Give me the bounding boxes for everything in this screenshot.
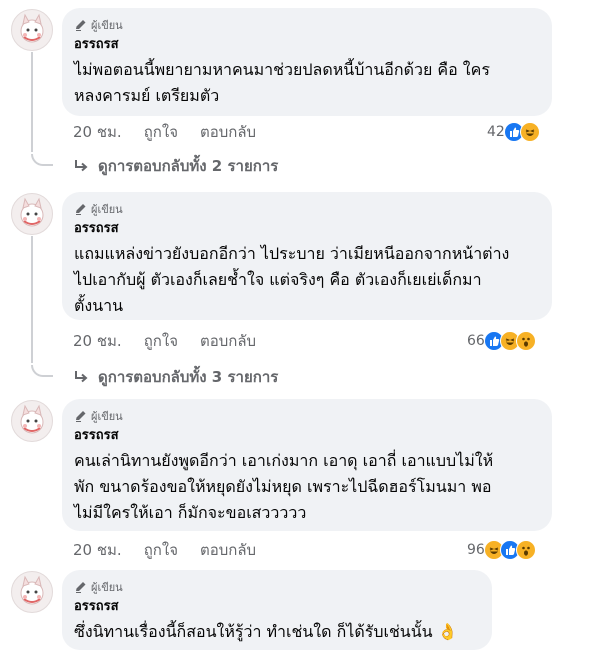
reaction-count: 66 [467, 333, 485, 349]
wow-icon [515, 331, 536, 351]
view-replies-label: ดูการตอบกลับทั้ง 2 รายการ [98, 157, 279, 175]
thread-line [31, 52, 33, 152]
pen-icon [76, 411, 86, 422]
view-replies-link[interactable]: ดูการตอบกลับทั้ง 2 รายการ [72, 155, 278, 177]
avatar[interactable] [11, 571, 53, 613]
author-badge: ผู้เขียน [74, 201, 540, 217]
reply-button[interactable]: ตอบกลับ [200, 120, 256, 144]
thread-connector [31, 154, 53, 166]
reaction-summary[interactable]: 66 [467, 330, 536, 352]
comment-text: ซึ่งนิทานเรื่องนี้ก็สอนให้รู้ว่า ทำเช่นใ… [74, 622, 458, 641]
like-button[interactable]: ถูกใจ [144, 329, 178, 353]
author-badge-label: ผู้เขียน [91, 581, 123, 594]
thread-line [31, 236, 33, 363]
author-badge: ผู้เขียน [74, 579, 480, 595]
avatar[interactable] [11, 193, 53, 235]
like-button[interactable]: ถูกใจ [144, 538, 178, 562]
haha-icon [519, 122, 540, 142]
comment-bubble: ผู้เขียน อรรถรส ซึ่งนิทานเรื่องนี้ก็สอนใ… [62, 570, 492, 650]
comment-text: ไม่พอตอนนี้พยายามหาคนมาช่วยปลดหนี้บ้านอี… [74, 60, 490, 105]
author-badge-label: ผู้เขียน [91, 410, 123, 423]
wow-icon [515, 540, 536, 560]
reaction-count: 96 [467, 542, 485, 558]
comment-text: คนเล่านิทานยังพูดอีกว่า เอาเก่งมาก เอาดุ… [74, 451, 494, 522]
view-replies-link[interactable]: ดูการตอบกลับทั้ง 3 รายการ [72, 366, 278, 388]
pen-icon [76, 582, 86, 593]
author-badge-label: ผู้เขียน [91, 203, 123, 216]
reply-arrow-icon [75, 371, 88, 383]
comment-meta: 20 ชม. ถูกใจ ตอบกลับ [73, 330, 278, 352]
comment-meta: 20 ชม. ถูกใจ ตอบกลับ [73, 539, 278, 561]
author-name[interactable]: อรรถรส [74, 599, 480, 615]
reply-arrow-icon [75, 160, 88, 172]
comment-text: แถมแหล่งข่าวยังบอกอีกว่า ไประบาย ว่าเมีย… [74, 244, 510, 315]
author-badge: ผู้เขียน [74, 17, 540, 33]
like-button[interactable]: ถูกใจ [144, 120, 178, 144]
comment-time[interactable]: 20 ชม. [73, 329, 122, 353]
reaction-summary[interactable]: 42 [487, 121, 540, 143]
thread-connector [31, 365, 53, 377]
avatar[interactable] [11, 400, 53, 442]
reply-button[interactable]: ตอบกลับ [200, 329, 256, 353]
author-name[interactable]: อรรถรส [74, 221, 540, 237]
comment-bubble: ผู้เขียน อรรถรส แถมแหล่งข่าวยังบอกอีกว่า… [62, 192, 552, 320]
author-badge-label: ผู้เขียน [91, 19, 123, 32]
author-name[interactable]: อรรถรส [74, 428, 540, 444]
pen-icon [76, 204, 86, 215]
comment-meta: 20 ชม. ถูกใจ ตอบกลับ [73, 121, 278, 143]
comment-time[interactable]: 20 ชม. [73, 538, 122, 562]
pen-icon [76, 20, 86, 31]
reply-button[interactable]: ตอบกลับ [200, 538, 256, 562]
author-name[interactable]: อรรถรส [74, 37, 540, 53]
reaction-summary[interactable]: 96 [467, 539, 536, 561]
view-replies-label: ดูการตอบกลับทั้ง 3 รายการ [98, 368, 279, 386]
comment-bubble: ผู้เขียน อรรถรส คนเล่านิทานยังพูดอีกว่า … [62, 399, 552, 531]
author-badge: ผู้เขียน [74, 408, 540, 424]
avatar[interactable] [11, 9, 53, 51]
reaction-count: 42 [487, 124, 505, 140]
comment-bubble: ผู้เขียน อรรถรส ไม่พอตอนนี้พยายามหาคนมาช… [62, 8, 552, 116]
comment-time[interactable]: 20 ชม. [73, 120, 122, 144]
